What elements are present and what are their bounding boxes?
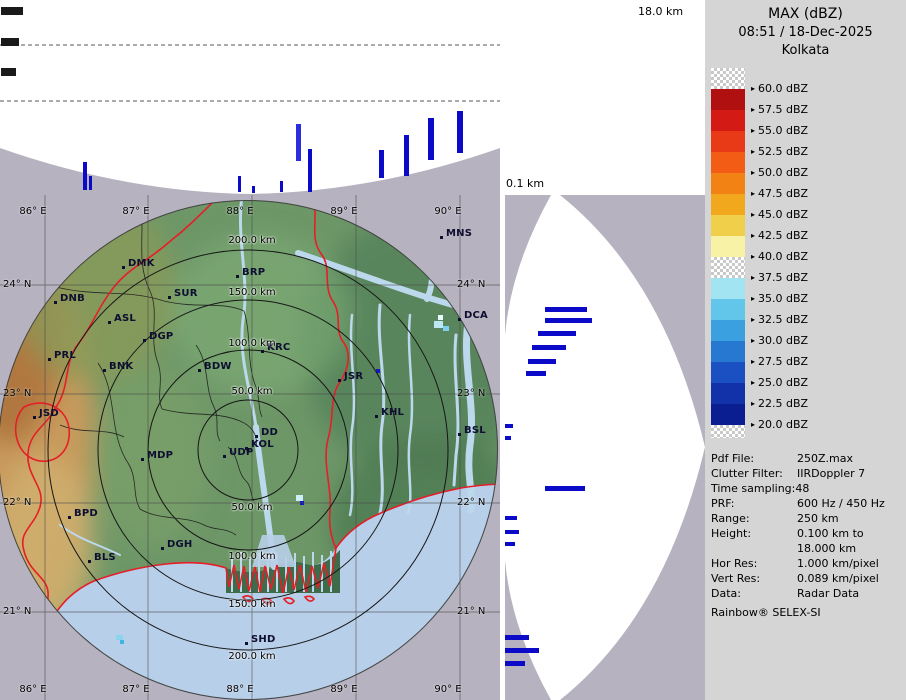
info-row: Data: Radar Data: [711, 587, 903, 602]
info-label: Hor Res:: [711, 557, 757, 570]
height-axis-tick-marks: [1, 7, 23, 76]
dbz-scale-row: ▸27.5 dBZ: [711, 341, 903, 362]
height-axis-min-label: 0.1 km: [506, 177, 544, 190]
info-label: Clutter Filter:: [711, 467, 783, 480]
dbz-color-swatch: [711, 278, 745, 299]
dbz-color-swatch: [711, 215, 745, 236]
dbz-scale-row: ▸30.0 dBZ: [711, 320, 903, 341]
info-row: Range: 250 km: [711, 512, 903, 527]
dbz-color-swatch: [711, 110, 745, 131]
height-axis-corner-box: 18.0 km 0.1 km: [500, 0, 705, 195]
info-row: Vert Res: 0.089 km/pixel: [711, 572, 903, 587]
info-row: Clutter Filter: IIRDoppler 7: [711, 467, 903, 482]
info-label: Data:: [711, 587, 741, 600]
dbz-scale-row: ▸60.0 dBZ: [711, 68, 903, 89]
dbz-color-swatch: [711, 404, 745, 425]
dbz-color-swatch: [711, 299, 745, 320]
dbz-color-scale: ▸60.0 dBZ▸57.5 dBZ▸55.0 dBZ▸52.5 dBZ▸50.…: [711, 68, 903, 438]
info-row: Hor Res: 1.000 km/pixel: [711, 557, 903, 572]
dbz-scale-row: ▸20.0 dBZ: [711, 404, 903, 425]
info-row: 18.000 km: [711, 542, 903, 557]
dbz-scale-row: ▸50.0 dBZ: [711, 152, 903, 173]
info-value: Radar Data: [797, 587, 859, 600]
coverage-envelope-shading: [0, 148, 500, 195]
side-height-profile-panel: [505, 195, 705, 700]
dbz-scale-row: ▸55.0 dBZ: [711, 110, 903, 131]
dbz-color-swatch: [711, 68, 745, 89]
side-profile-graphics: [505, 195, 705, 700]
dbz-color-swatch: [711, 194, 745, 215]
dbz-scale-row: ▸37.5 dBZ: [711, 257, 903, 278]
info-label: Vert Res:: [711, 572, 760, 585]
dbz-color-swatch: [711, 89, 745, 110]
top-height-profile-panel: [0, 0, 500, 195]
info-value: 250 km: [797, 512, 839, 525]
dbz-scale-bottom-cap: [711, 425, 745, 438]
dbz-scale-row: ▸35.0 dBZ: [711, 278, 903, 299]
info-row: Time sampling:48: [711, 482, 903, 497]
dbz-color-swatch: [711, 383, 745, 404]
top-profile-graphics: [0, 0, 500, 195]
product-info-block: Pdf File: 250Z.max Clutter Filter: IIRDoppl…: [711, 452, 903, 602]
info-row: Height: 0.100 km to: [711, 527, 903, 542]
dbz-color-swatch: [711, 236, 745, 257]
info-value: 18.000 km: [797, 542, 856, 555]
info-label: Height:: [711, 527, 751, 540]
height-axis-max-label: 18.0 km: [638, 5, 683, 18]
dbz-scale-row: ▸32.5 dBZ: [711, 299, 903, 320]
info-label: Time sampling:48: [711, 482, 809, 495]
dbz-scale-row: ▸22.5 dBZ: [711, 383, 903, 404]
info-value: 0.100 km to: [797, 527, 864, 540]
legend-panel: MAX (dBZ) 08:51 / 18-Dec-2025 Kolkata ▸6…: [705, 0, 906, 700]
dbz-scale-row: ▸52.5 dBZ: [711, 131, 903, 152]
dbz-color-swatch: [711, 131, 745, 152]
coverage-envelope-shading: [505, 195, 705, 700]
dbz-color-swatch: [711, 362, 745, 383]
dbz-color-swatch: [711, 152, 745, 173]
dbz-scale-row: ▸45.0 dBZ: [711, 194, 903, 215]
dbz-scale-row: ▸40.0 dBZ: [711, 236, 903, 257]
radar-display-window: 18.0 km 0.1 km: [0, 0, 906, 700]
dbz-color-swatch: [711, 173, 745, 194]
info-label: PRF:: [711, 497, 734, 510]
dbz-color-swatch: [711, 320, 745, 341]
info-row: PRF: 600 Hz / 450 Hz: [711, 497, 903, 512]
product-title: MAX (dBZ): [705, 6, 906, 22]
dbz-scale-label: ▸20.0 dBZ: [751, 419, 808, 430]
info-value: 600 Hz / 450 Hz: [797, 497, 885, 510]
info-value: 0.089 km/pixel: [797, 572, 879, 585]
dbz-scale-row: ▸57.5 dBZ: [711, 89, 903, 110]
scale-tick-arrow-icon: ▸: [751, 420, 755, 429]
dbz-scale-row: ▸47.5 dBZ: [711, 173, 903, 194]
info-value: 1.000 km/pixel: [797, 557, 879, 570]
site-name-label: Kolkata: [705, 43, 906, 58]
dbz-color-swatch: [711, 341, 745, 362]
info-label: Range:: [711, 512, 750, 525]
info-value: IIRDoppler 7: [797, 467, 865, 480]
info-value: 250Z.max: [797, 452, 853, 465]
dbz-color-swatch: [711, 257, 745, 278]
info-row: Pdf File: 250Z.max: [711, 452, 903, 467]
map-graphics: [0, 195, 500, 700]
dbz-scale-row: ▸42.5 dBZ: [711, 215, 903, 236]
radar-center-marker: [247, 449, 250, 452]
info-label: Pdf File:: [711, 452, 754, 465]
datetime-label: 08:51 / 18-Dec-2025: [705, 25, 906, 40]
map-canvas[interactable]: [0, 195, 500, 700]
dbz-scale-row: ▸25.0 dBZ: [711, 362, 903, 383]
software-brand-label: Rainbow® SELEX-SI: [711, 606, 821, 619]
